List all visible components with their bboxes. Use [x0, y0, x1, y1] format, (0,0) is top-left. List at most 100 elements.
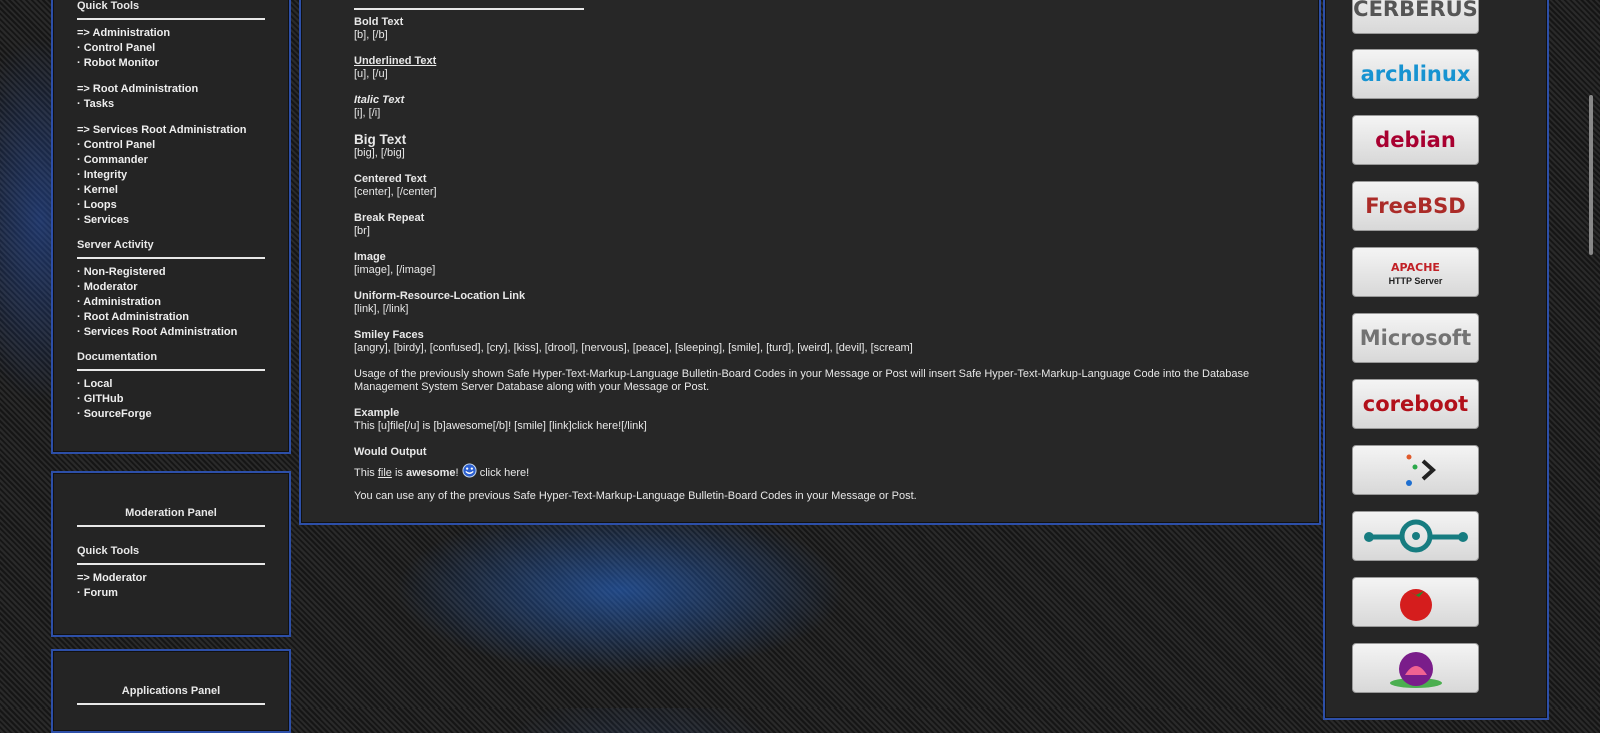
output-word: This — [354, 467, 375, 479]
code-link: Uniform-Resource-Location Link [link], [… — [354, 290, 525, 316]
debian-logo[interactable]: debian — [1352, 115, 1479, 165]
lineageos-logo[interactable] — [1352, 511, 1479, 561]
tomato-logo[interactable] — [1352, 577, 1479, 627]
code-tag: [br] — [354, 225, 370, 237]
moderation-link[interactable]: · Forum — [77, 586, 265, 601]
code-heading: Centered Text — [354, 173, 427, 185]
logo-text: Microsoft — [1359, 326, 1472, 350]
lineageos-icon — [1363, 519, 1468, 553]
lotus-icon — [1389, 652, 1442, 688]
code-tag: [i], [/i] — [354, 107, 381, 119]
example: Example This [u]file[/u] is [b]awesome[/… — [354, 407, 647, 433]
documentation-link[interactable]: · GITHub — [77, 392, 265, 407]
moderation-quick-tools-title: Quick Tools — [77, 545, 265, 565]
code-tag: [angry], [birdy], [confused], [cry], [ki… — [354, 342, 913, 354]
admin-section-link[interactable]: => Administration — [77, 26, 265, 41]
smile-icon — [462, 463, 477, 478]
example-heading: Example — [354, 407, 400, 419]
admin-link[interactable]: · Kernel — [77, 183, 265, 198]
code-heading: Image — [354, 251, 386, 263]
archlinux-logo[interactable]: archlinux — [1352, 49, 1479, 99]
moderation-link[interactable]: => Moderator — [77, 571, 265, 586]
closing-note-text: You can use any of the previous Safe Hyp… — [354, 490, 917, 502]
scrollbar[interactable] — [1589, 95, 1593, 255]
code-heading: Uniform-Resource-Location Link — [354, 290, 526, 302]
usage-note: Usage of the previously shown Safe Hyper… — [354, 368, 1254, 394]
admin-link[interactable]: · Services — [77, 213, 265, 228]
output-link[interactable]: click here! — [480, 467, 530, 479]
admin-link[interactable]: · Loops — [77, 198, 265, 213]
bbcode-help-panel: Bold Text [b], [/b] Underlined Text [u],… — [299, 0, 1321, 525]
code-tag: [u], [/u] — [354, 68, 388, 80]
example-code: This [u]file[/u] is [b]awesome[/b]! [smi… — [354, 420, 647, 432]
server-activity-link[interactable]: · Root Administration — [77, 310, 265, 325]
code-tag: [link], [/link] — [354, 303, 409, 315]
output-exclamation: ! — [455, 467, 459, 479]
code-underline: Underlined Text [u], [/u] — [354, 55, 436, 81]
documentation-links: · Local · GITHub · SourceForge — [77, 377, 265, 422]
code-heading: Italic Text — [354, 94, 405, 106]
code-bold: Bold Text [b], [/b] — [354, 16, 403, 42]
server-activity-link[interactable]: · Non-Registered — [77, 265, 265, 280]
logo-subtext: HTTP Server — [1388, 276, 1443, 286]
logo-panel: CERBERUS archlinux debian FreeBSD APACHE HTTP… — [1323, 0, 1549, 720]
microsoft-logo[interactable]: Microsoft — [1352, 313, 1479, 363]
lotus-logo[interactable] — [1352, 643, 1479, 693]
output-word: is — [394, 467, 403, 479]
output-bold: awesome — [405, 467, 456, 479]
prompt-logo[interactable] — [1352, 445, 1479, 495]
server-activity-link[interactable]: · Administration — [77, 295, 265, 310]
admin-section-link[interactable]: => Services Root Administration — [77, 123, 265, 138]
admin-link[interactable]: · Robot Monitor — [77, 56, 265, 71]
logo-text: coreboot — [1362, 392, 1469, 416]
freebsd-logo[interactable]: FreeBSD — [1352, 181, 1479, 231]
logo-text: archlinux — [1360, 62, 1471, 86]
closing-note: You can use any of the previous Safe Hyp… — [354, 490, 917, 503]
code-center: Centered Text [center], [/center] — [354, 173, 437, 199]
server-activity-link[interactable]: · Moderator — [77, 280, 265, 295]
code-image: Image [image], [/image] — [354, 251, 435, 277]
logo-text: FreeBSD — [1365, 194, 1466, 218]
admin-link[interactable]: · Commander — [77, 153, 265, 168]
server-activity-link[interactable]: · Services Root Administration — [77, 325, 265, 340]
documentation-link[interactable]: · SourceForge — [77, 407, 265, 422]
code-big: Big Text [big], [/big] — [354, 132, 406, 160]
admin-link[interactable]: · Control Panel — [77, 138, 265, 153]
code-tag: [big], [/big] — [354, 147, 405, 159]
output-preview: This file is awesome! click here! — [354, 463, 529, 480]
content-divider — [354, 8, 584, 10]
code-tag: [center], [/center] — [354, 186, 437, 198]
code-tag: [image], [/image] — [354, 264, 436, 276]
moderation-panel: Moderation Panel Quick Tools => Moderato… — [51, 471, 291, 637]
apache-logo[interactable]: APACHE HTTP Server — [1352, 247, 1479, 297]
code-tag: [b], [/b] — [354, 29, 388, 41]
quick-tools-title: Quick Tools — [77, 0, 265, 20]
link-spacer — [77, 112, 265, 123]
moderation-panel-title: Moderation Panel — [77, 507, 265, 527]
logo-text: CERBERUS — [1353, 0, 1478, 21]
applications-panel-title: Applications Panel — [77, 685, 265, 705]
server-activity-title: Server Activity — [77, 239, 265, 259]
applications-panel: Applications Panel — [51, 649, 291, 733]
code-smileys: Smiley Faces [angry], [birdy], [confused… — [354, 329, 913, 355]
logo-text: debian — [1375, 128, 1456, 152]
admin-link[interactable]: · Control Panel — [77, 41, 265, 56]
logo-text: APACHE — [1391, 261, 1440, 274]
admin-link[interactable]: · Tasks — [77, 97, 265, 112]
would-output: Would Output This file is awesome! click… — [354, 446, 529, 480]
tomato-icon — [1399, 589, 1432, 621]
admin-panel: Quick Tools => Administration · Control P… — [51, 0, 291, 454]
server-activity-links: · Non-Registered · Moderator · Administrat… — [77, 265, 265, 340]
admin-section-link[interactable]: => Root Administration — [77, 82, 265, 97]
output-underlined: file — [377, 467, 392, 479]
cerberus-logo[interactable]: CERBERUS — [1352, 0, 1479, 34]
code-heading: Underlined Text — [354, 55, 437, 67]
code-heading: Bold Text — [354, 16, 404, 28]
code-heading: Break Repeat — [354, 212, 425, 224]
coreboot-logo[interactable]: coreboot — [1352, 379, 1479, 429]
documentation-title: Documentation — [77, 351, 265, 371]
documentation-link[interactable]: · Local — [77, 377, 265, 392]
code-heading: Smiley Faces — [354, 329, 424, 341]
logo-text-wrap: APACHE HTTP Server — [1389, 258, 1443, 286]
admin-link[interactable]: · Integrity — [77, 168, 265, 183]
